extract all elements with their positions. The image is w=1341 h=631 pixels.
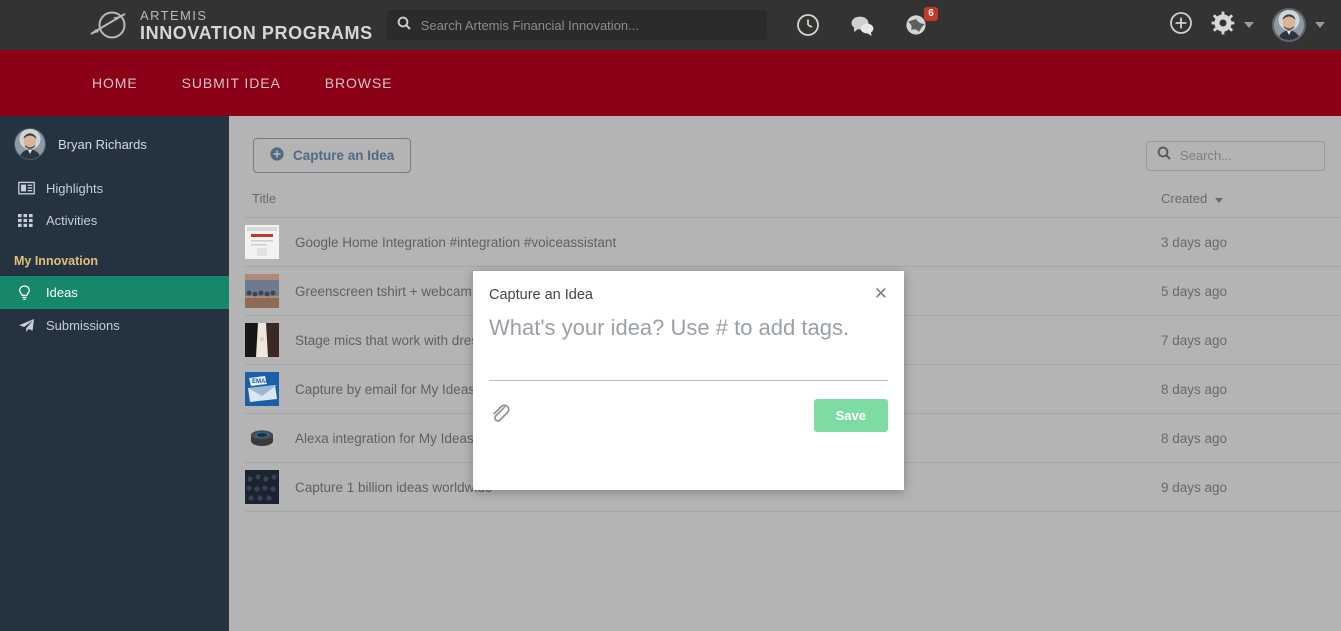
- column-header-title[interactable]: Title: [245, 191, 1151, 218]
- idea-created: 7 days ago: [1151, 315, 1341, 365]
- nav-item-submit-idea[interactable]: SUBMIT IDEA: [160, 75, 303, 91]
- idea-created: 8 days ago: [1151, 364, 1341, 414]
- top-icon-group: 6: [795, 7, 938, 38]
- settings-menu[interactable]: [1211, 11, 1254, 40]
- global-search-input[interactable]: Search Artemis Financial Innovation...: [421, 18, 639, 33]
- idea-input-placeholder: What's your idea? Use # to add tags.: [489, 315, 850, 340]
- idea-title: Greenscreen tshirt + webcam: [295, 283, 472, 299]
- user-menu[interactable]: [1272, 8, 1325, 42]
- paperclip-icon[interactable]: [489, 402, 511, 429]
- plus-circle-icon[interactable]: [1169, 11, 1193, 40]
- capture-an-idea-label: Capture an Idea: [293, 148, 395, 163]
- idea-created: 3 days ago: [1151, 217, 1341, 267]
- newspaper-icon: [18, 180, 36, 196]
- modal-footer: Save: [473, 381, 904, 432]
- capture-an-idea-button[interactable]: Capture an Idea: [253, 138, 412, 173]
- table-row[interactable]: Google Home Integration #integration #vo…: [245, 217, 1341, 267]
- avatar: [1272, 8, 1306, 42]
- person-portrait-thumb: [245, 323, 279, 357]
- global-search[interactable]: Search Artemis Financial Innovation...: [386, 10, 767, 40]
- logo-line-2: INNOVATION PROGRAMS: [140, 22, 373, 43]
- top-bar: ARTEMIS INNOVATION PROGRAMS Search Artem…: [0, 0, 1341, 50]
- sidebar-item-label: Highlights: [46, 180, 104, 196]
- modal-title: Capture an Idea: [489, 287, 593, 303]
- clock-icon[interactable]: [795, 12, 821, 38]
- sidebar: Bryan Richards Highlights Activities My …: [0, 116, 229, 631]
- notification-badge: 6: [924, 7, 938, 21]
- browser-screenshot-thumb: [245, 225, 279, 259]
- column-header-created[interactable]: Created: [1151, 191, 1341, 218]
- idea-title: Capture 1 billion ideas worldwide: [295, 479, 493, 495]
- idea-title: Capture by email for My Ideas: [295, 381, 476, 397]
- search-icon: [1157, 146, 1171, 165]
- chevron-down-icon: [1315, 22, 1325, 28]
- main-navigation: HOME SUBMIT IDEA BROWSE: [0, 50, 1341, 116]
- paper-plane-icon: [18, 317, 36, 333]
- gear-icon: [1211, 11, 1235, 40]
- caret-down-icon: [1214, 198, 1223, 203]
- list-search-input[interactable]: Search...: [1180, 148, 1232, 163]
- close-icon[interactable]: ✕: [874, 285, 888, 302]
- sidebar-item-label: Submissions: [46, 317, 120, 333]
- column-header-created-label: Created: [1161, 191, 1208, 206]
- idea-title: Stage mics that work with dresses: [295, 332, 500, 348]
- table-header-row: Title Created: [245, 191, 1341, 218]
- sidebar-user-name: Bryan Richards: [58, 136, 147, 152]
- sidebar-item-label: Ideas: [46, 285, 78, 300]
- sidebar-item-submissions[interactable]: Submissions: [0, 309, 229, 341]
- svg-text:EMAIL: EMAIL: [252, 379, 271, 385]
- idea-created: 5 days ago: [1151, 266, 1341, 316]
- modal-header: Capture an Idea ✕: [473, 271, 904, 303]
- capture-idea-modal: Capture an Idea ✕ What's your idea? Use …: [473, 271, 904, 490]
- logo-line-1: ARTEMIS: [140, 7, 208, 23]
- grid-icon: [18, 212, 36, 228]
- idea-created: 9 days ago: [1151, 462, 1341, 512]
- echo-dot-thumb: [245, 421, 279, 455]
- app-logo[interactable]: ARTEMIS INNOVATION PROGRAMS: [88, 8, 373, 42]
- nav-item-browse[interactable]: BROWSE: [303, 75, 415, 91]
- top-bar-right: [1169, 8, 1325, 42]
- list-search[interactable]: Search...: [1146, 140, 1325, 171]
- sidebar-item-activities[interactable]: Activities: [0, 204, 229, 236]
- arrow-through-circle-icon: [88, 8, 132, 42]
- sidebar-item-highlights[interactable]: Highlights: [0, 172, 229, 204]
- globe-notifications-icon[interactable]: 6: [903, 7, 938, 38]
- save-button[interactable]: Save: [813, 399, 888, 432]
- idea-created: 8 days ago: [1151, 413, 1341, 463]
- sidebar-section-my-innovation: My Innovation: [14, 254, 99, 268]
- nav-item-home[interactable]: HOME: [70, 75, 160, 91]
- sidebar-item-ideas[interactable]: Ideas: [0, 276, 229, 309]
- idea-input[interactable]: What's your idea? Use # to add tags.: [489, 315, 888, 381]
- dark-crowd-thumb: [245, 470, 279, 504]
- email-envelope-thumb: EMAIL: [245, 372, 279, 406]
- cell-title: Google Home Integration #integration #vo…: [245, 217, 1151, 267]
- avatar: [14, 128, 46, 160]
- content-toolbar: Capture an Idea Search...: [229, 116, 1341, 173]
- idea-title: Alexa integration for My Ideas: [295, 430, 474, 446]
- idea-title: Google Home Integration #integration #vo…: [295, 234, 617, 250]
- sidebar-user[interactable]: Bryan Richards: [0, 116, 229, 172]
- lightbulb-icon: [18, 284, 36, 301]
- plus-circle-icon: [270, 147, 284, 164]
- chat-bubbles-icon[interactable]: [849, 12, 875, 38]
- chevron-down-icon: [1244, 22, 1254, 28]
- crowd-photo-thumb: [245, 274, 279, 308]
- search-icon: [397, 16, 411, 35]
- sidebar-item-label: Activities: [46, 212, 98, 228]
